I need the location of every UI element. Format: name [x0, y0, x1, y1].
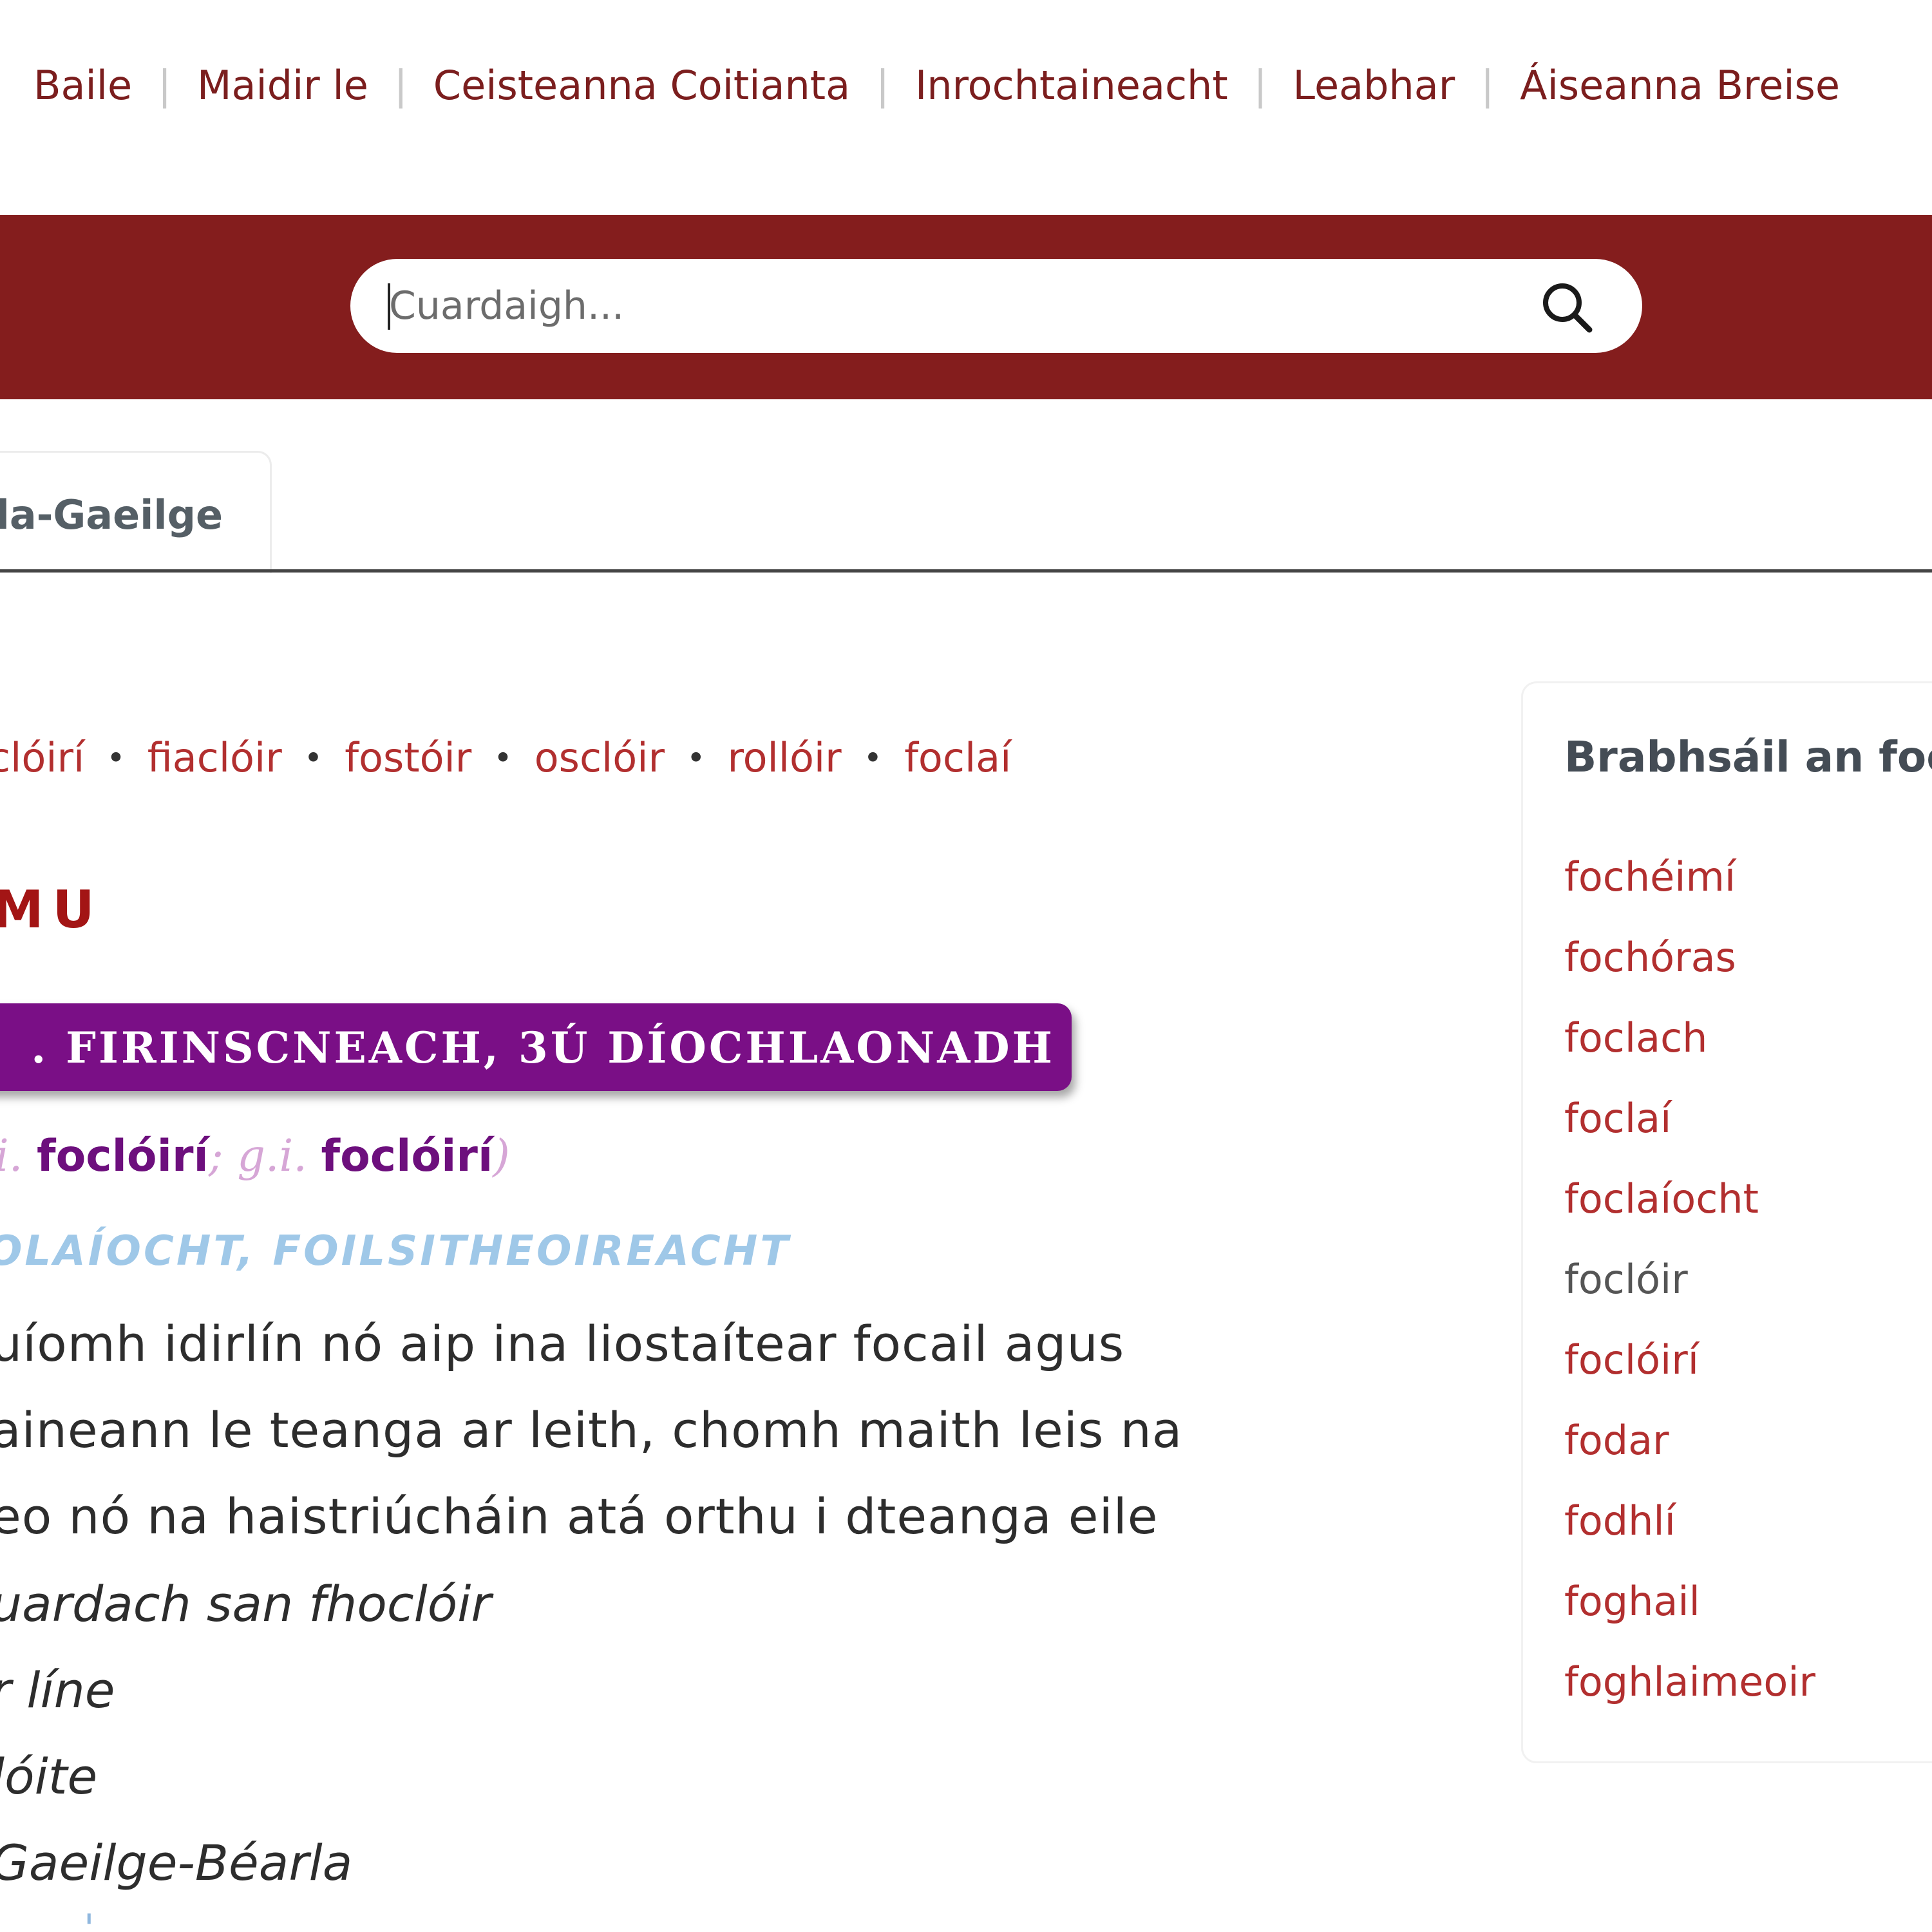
related-word-link[interactable]: osclóir — [535, 734, 665, 781]
nav-separator: | — [1253, 62, 1267, 109]
browse-item[interactable]: fodhlí — [1564, 1497, 1815, 1578]
related-word-link[interactable]: fostóir — [345, 734, 471, 781]
tab-bearla-gaeilge[interactable]: rla-Gaeilge — [0, 451, 272, 573]
browse-item[interactable]: fochóras — [1564, 934, 1815, 1014]
nav-separator: | — [158, 62, 172, 109]
browse-item[interactable]: foclaíocht — [1564, 1175, 1815, 1256]
search-box[interactable] — [350, 259, 1642, 353]
browse-item[interactable]: foclach — [1564, 1014, 1815, 1095]
definition: uíomh idirlín nó aip ina liostaítear foc… — [0, 1301, 1408, 1560]
browse-item[interactable]: fochéimí — [1564, 853, 1815, 934]
nav-link-ceisteanna-coitianta[interactable]: Ceisteanna Coitianta — [433, 62, 850, 109]
form-separator: ; — [208, 1131, 223, 1182]
grammar-badge: . FIRINSCNEACH, 3Ú DÍOCHLAONADH — [0, 1003, 1072, 1091]
headword: MU — [0, 880, 104, 940]
bullet-separator: • — [686, 739, 706, 777]
definition-line: aineann le teanga ar leith, chomh maith … — [0, 1401, 1183, 1459]
nav-link-inrochtaineacht[interactable]: Inrochtaineacht — [915, 62, 1228, 109]
sidebar-title: Brabhsáil an foc — [1564, 732, 1932, 782]
browse-list: fochéimí fochóras foclach foclaí foclaío… — [1564, 853, 1815, 1739]
search-icon[interactable] — [1539, 279, 1593, 334]
nav-link-maidir-le[interactable]: Maidir le — [197, 62, 368, 109]
top-navigation: Baile | Maidir le | Ceisteanna Coitianta… — [33, 62, 1840, 109]
related-word-link[interactable]: foclaí — [904, 734, 1011, 781]
browse-item[interactable]: foclaí — [1564, 1095, 1815, 1175]
related-word-link[interactable]: clóirí — [0, 734, 84, 781]
definition-line: uíomh idirlín nó aip ina liostaítear foc… — [0, 1315, 1125, 1372]
example-phrase: Gaeilge-Béarla — [0, 1834, 353, 1891]
browse-item[interactable]: fodar — [1564, 1417, 1815, 1497]
browse-item[interactable]: foghail — [1564, 1578, 1815, 1658]
inflected-forms: i. foclóirí; g.i. foclóirí) — [0, 1131, 510, 1182]
examples: uardach san fhoclóir r líne lóite Gaeilg… — [0, 1561, 491, 1906]
browse-item[interactable]: foghlaimeoir — [1564, 1658, 1815, 1739]
definition-line: eo nó na haistriúcháin atá orthu i dtean… — [0, 1488, 1159, 1545]
tab-label: rla-Gaeilge — [0, 491, 223, 538]
bullet-separator: • — [106, 739, 126, 777]
related-words: clóirí • fiaclóir • fostóir • osclóir • … — [0, 734, 1011, 781]
nav-link-aiseanna-breise[interactable]: Áiseanna Breise — [1520, 62, 1840, 109]
browse-item-current: foclóir — [1564, 1256, 1688, 1303]
browse-sidebar: Brabhsáil an foc fochéimí fochóras focla… — [1521, 681, 1932, 1763]
nav-link-baile[interactable]: Baile — [33, 62, 132, 109]
next-section-mark: ' — [84, 1906, 95, 1932]
text-caret — [388, 283, 390, 330]
nav-separator: | — [1481, 62, 1495, 109]
related-word-link[interactable]: fiaclóir — [147, 734, 282, 781]
search-input[interactable] — [389, 259, 1522, 353]
nav-separator: | — [876, 62, 889, 109]
form-value: foclóirí — [37, 1131, 209, 1182]
bullet-separator: • — [493, 739, 513, 777]
browse-item[interactable]: foclóirí — [1564, 1336, 1815, 1417]
tab-divider — [0, 569, 1932, 573]
form-close-paren: ) — [493, 1131, 510, 1182]
nav-link-leabhar[interactable]: Leabhar — [1293, 62, 1455, 109]
form-label: i. — [0, 1131, 23, 1182]
bullet-separator: • — [303, 739, 323, 777]
related-word-link[interactable]: rollóir — [727, 734, 841, 781]
nav-separator: | — [393, 62, 408, 109]
form-value: foclóirí — [321, 1131, 493, 1182]
example-phrase: lóite — [0, 1748, 98, 1805]
example-phrase: r líne — [0, 1662, 115, 1719]
form-label: g.i. — [237, 1131, 307, 1182]
grammar-badge-text: . FIRINSCNEACH, 3Ú DÍOCHLAONADH — [31, 1023, 1055, 1073]
search-band — [0, 215, 1932, 399]
bullet-separator: • — [863, 739, 883, 777]
domain-label: OLAÍOCHT, FOILSITHEOIREACHT — [0, 1227, 791, 1275]
example-phrase: uardach san fhoclóir — [0, 1575, 491, 1633]
